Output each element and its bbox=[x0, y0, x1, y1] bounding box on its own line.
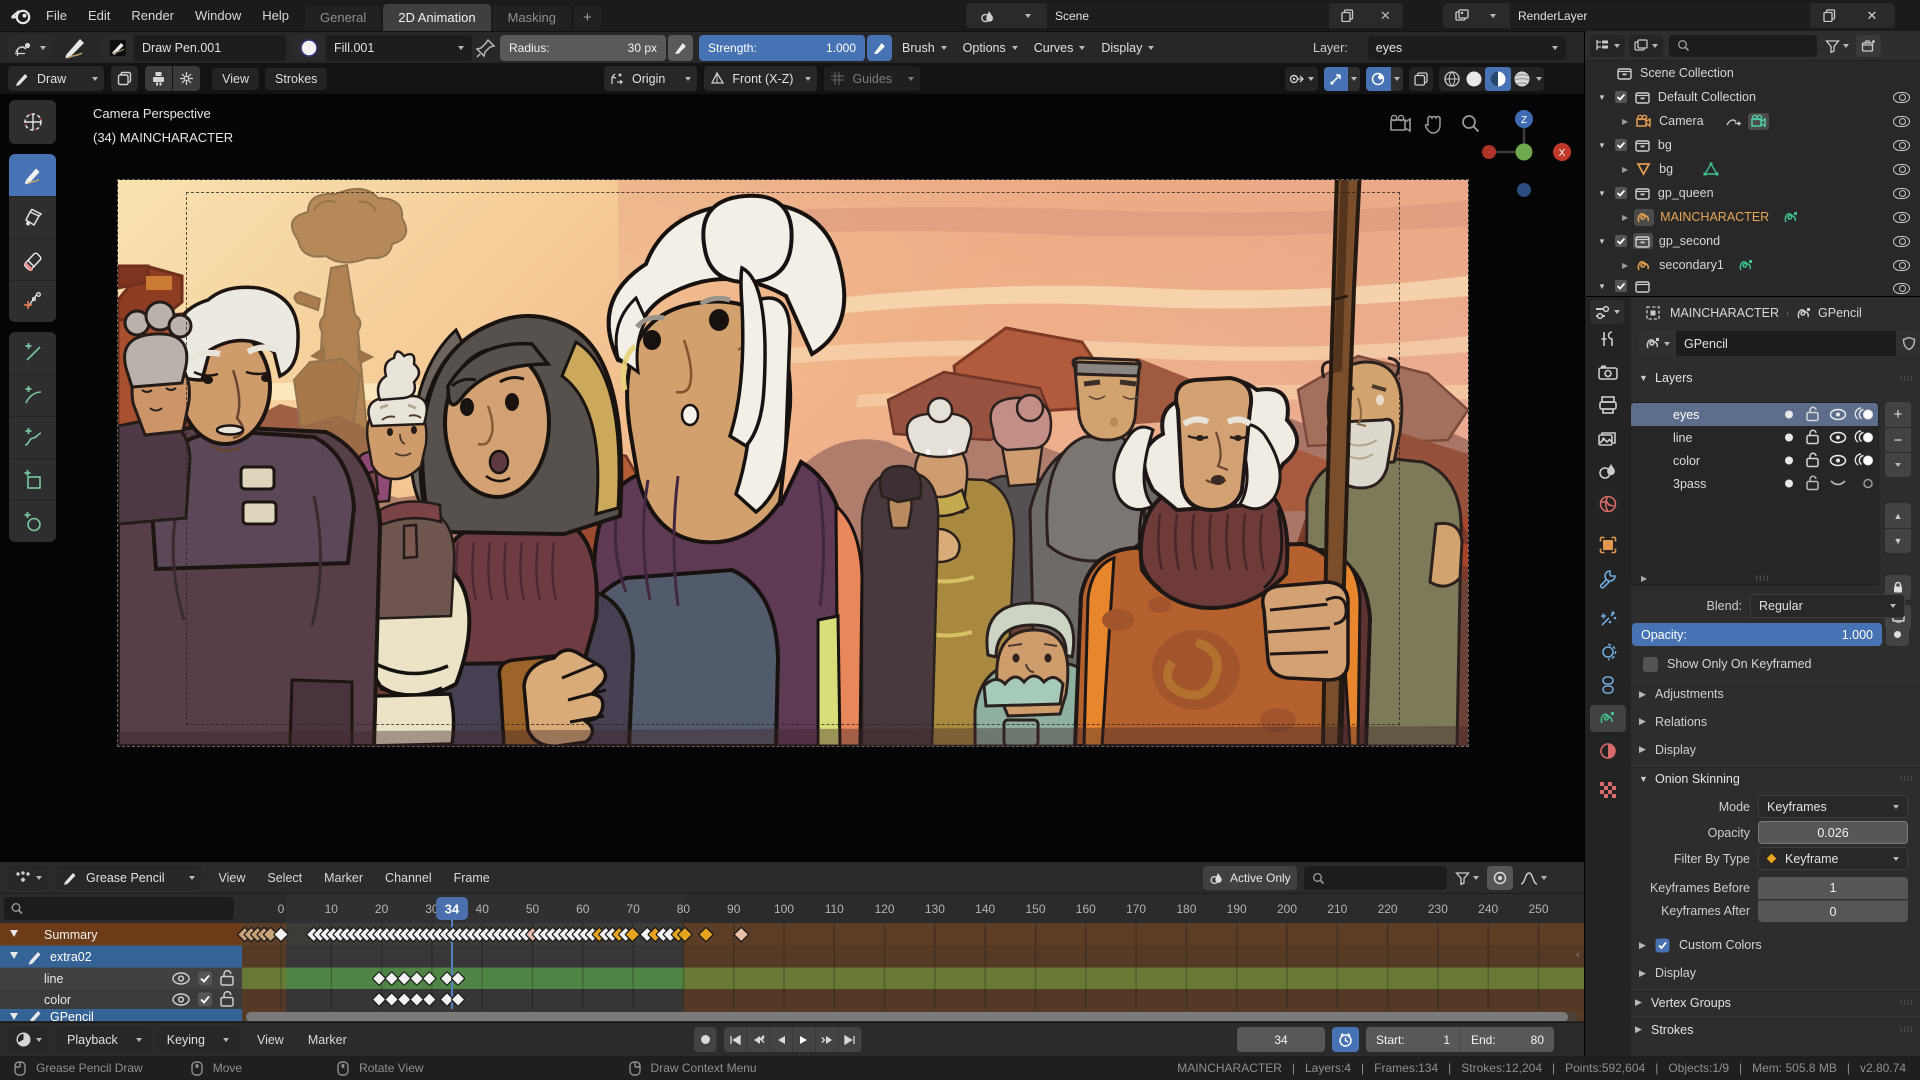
svg-text:170: 170 bbox=[1126, 902, 1146, 916]
svg-text:210: 210 bbox=[1327, 902, 1347, 916]
svg-text:80: 80 bbox=[677, 902, 691, 916]
svg-text:250: 250 bbox=[1528, 902, 1548, 916]
svg-text:color: color bbox=[44, 993, 71, 1007]
svg-text:90: 90 bbox=[727, 902, 741, 916]
svg-text:60: 60 bbox=[576, 902, 590, 916]
svg-text:120: 120 bbox=[875, 902, 895, 916]
svg-text:190: 190 bbox=[1227, 902, 1247, 916]
svg-text:Z: Z bbox=[1521, 115, 1527, 126]
svg-text:‹: ‹ bbox=[1576, 949, 1580, 961]
svg-text:X: X bbox=[1559, 148, 1566, 159]
svg-text:70: 70 bbox=[626, 902, 640, 916]
svg-text:200: 200 bbox=[1277, 902, 1297, 916]
svg-text:extra02: extra02 bbox=[50, 950, 92, 964]
svg-text:240: 240 bbox=[1478, 902, 1498, 916]
svg-text:0: 0 bbox=[278, 902, 285, 916]
svg-text:110: 110 bbox=[825, 902, 844, 916]
svg-text:GPencil: GPencil bbox=[50, 1010, 94, 1021]
svg-text:180: 180 bbox=[1176, 902, 1196, 916]
svg-text:230: 230 bbox=[1428, 902, 1448, 916]
svg-text:20: 20 bbox=[375, 902, 389, 916]
svg-text:50: 50 bbox=[526, 902, 540, 916]
svg-text:160: 160 bbox=[1076, 902, 1096, 916]
svg-text:130: 130 bbox=[925, 902, 945, 916]
svg-text:220: 220 bbox=[1378, 902, 1398, 916]
svg-text:40: 40 bbox=[476, 902, 490, 916]
svg-text:150: 150 bbox=[1025, 902, 1045, 916]
svg-text:line: line bbox=[44, 972, 64, 986]
svg-text:100: 100 bbox=[774, 902, 794, 916]
svg-text:10: 10 bbox=[325, 902, 339, 916]
svg-text:Summary: Summary bbox=[44, 928, 98, 942]
svg-text:140: 140 bbox=[975, 902, 995, 916]
svg-text:34: 34 bbox=[445, 902, 460, 917]
